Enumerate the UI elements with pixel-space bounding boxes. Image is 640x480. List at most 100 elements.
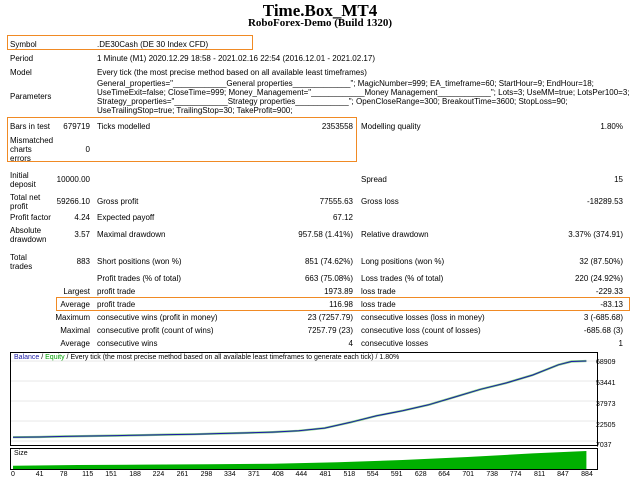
largest-loss-label: loss trade <box>361 287 396 296</box>
grossloss-value: -18289.53 <box>586 197 623 206</box>
absdd-label: Absolute <box>10 226 42 235</box>
parameters-line: UseTrailingStop=true; TrailingStop=30; T… <box>97 106 293 115</box>
parameters-label: Parameters <box>10 92 52 101</box>
bars-highlight <box>7 117 357 162</box>
maximal-wins-label: consecutive profit (count of wins) <box>97 326 214 335</box>
ticks-value: 2353558 <box>321 122 353 131</box>
deposit-label: Initial <box>10 171 29 180</box>
x-tick-label: 115 <box>82 471 94 478</box>
x-tick-label: 224 <box>152 471 165 478</box>
grossprofit-value: 77555.63 <box>319 197 353 206</box>
size-area <box>13 451 587 469</box>
quality-label: Modelling quality <box>361 122 421 131</box>
x-tick-label: 188 <box>129 471 141 478</box>
x-tick-label: 78 <box>59 471 68 478</box>
legend-balance: Balance <box>14 354 40 361</box>
short-value: 851 (74.62%) <box>304 257 353 266</box>
reldd-label: Relative drawdown <box>361 230 429 239</box>
spread-label: Spread <box>361 175 387 184</box>
maxdd-label: Maximal drawdown <box>97 230 166 239</box>
balance-chart <box>10 352 598 446</box>
short-label: Short positions (won %) <box>97 257 182 266</box>
parameters-line: UseTimeExit=false; CloseTime=999; Money_… <box>97 88 630 97</box>
x-tick-label: 738 <box>486 471 499 478</box>
mismatch-value: 0 <box>85 145 90 154</box>
avg-losses-value: 1 <box>618 339 623 348</box>
spread-value: 15 <box>614 175 623 184</box>
legend-equity: Equity <box>45 354 65 361</box>
reldd-value: 3.37% (374.91) <box>568 230 623 239</box>
period-label: Period <box>10 54 34 63</box>
deposit-value: 10000.00 <box>56 175 90 184</box>
profittrades-label: Profit trades (% of total) <box>97 274 182 283</box>
payoff-value: 67.12 <box>332 213 353 222</box>
payoff-label: Expected payoff <box>97 213 155 222</box>
mismatch-label: Mismatched <box>10 136 54 145</box>
chart-legend: Balance / Equity / Every tick (the most … <box>14 354 399 362</box>
max-wins-label: consecutive wins (profit in money) <box>97 313 218 322</box>
grossprofit-label: Gross profit <box>97 197 139 206</box>
size-chart: Size <box>10 448 598 470</box>
pf-value: 4.24 <box>74 213 90 222</box>
average-loss-label: loss trade <box>361 300 396 309</box>
absdd-value: 3.57 <box>74 230 90 239</box>
y-tick-label: 22505 <box>596 422 616 429</box>
y-tick-label: 37973 <box>596 401 616 408</box>
size-label: Size <box>14 450 28 457</box>
average-label: Average <box>60 300 90 309</box>
balance-line <box>12 360 587 438</box>
absdd-label: drawdown <box>10 235 47 244</box>
mismatch-label: charts <box>10 145 32 154</box>
x-tick-label: 481 <box>319 471 332 478</box>
bars-label: Bars in test <box>10 122 51 131</box>
trades-value: 883 <box>76 257 90 266</box>
profittrades-value: 663 (75.08%) <box>304 274 353 283</box>
average-profit-value: 116.98 <box>329 300 353 309</box>
grossloss-label: Gross loss <box>361 197 399 206</box>
largest-profit-value: 1973.89 <box>324 287 353 296</box>
x-tick-label: 151 <box>105 471 117 478</box>
model-value: Every tick (the most precise method base… <box>97 68 367 77</box>
maximal-losses-value: -685.68 (3) <box>583 326 623 335</box>
x-tick-label: 444 <box>295 471 308 478</box>
x-tick-label: 701 <box>462 471 475 478</box>
max-losses-value: 3 (-685.68) <box>583 313 623 322</box>
period-value: 1 Minute (M1) 2020.12.29 18:58 - 2021.02… <box>97 54 375 63</box>
size-chart-svg <box>13 451 587 469</box>
average-loss-value: -83.13 <box>600 300 623 309</box>
balance-chart-svg <box>11 359 597 442</box>
pf-label: Profit factor <box>10 213 51 222</box>
x-tick-label: 371 <box>248 471 260 478</box>
x-tick-label: 884 <box>581 471 593 478</box>
legend-description: / Every tick (the most precise method ba… <box>64 354 400 361</box>
trades-label: trades <box>10 262 33 271</box>
maximal-label: Maximal <box>60 326 90 335</box>
equity-line <box>12 359 587 439</box>
y-tick-label: 7037 <box>596 442 612 449</box>
trades-label: Total <box>10 253 27 262</box>
x-tick-label: 628 <box>414 471 427 478</box>
largest-label: Largest <box>63 287 90 296</box>
netprofit-label: profit <box>10 202 28 211</box>
x-tick-label: 591 <box>390 471 403 478</box>
parameters-line: Strategy_properties="____________Strateg… <box>97 97 568 106</box>
bars-value: 679719 <box>63 122 90 131</box>
symbol-value: .DE30Cash (DE 30 Index CFD) <box>97 40 209 49</box>
maximum-label: Maximum <box>55 313 90 322</box>
largest-loss-value: -229.33 <box>595 287 623 296</box>
x-tick-label: 811 <box>534 471 546 478</box>
ticks-label: Ticks modelled <box>97 122 151 131</box>
deposit-label: deposit <box>10 180 36 189</box>
maxdd-value: 957.58 (1.41%) <box>298 230 353 239</box>
largest-profit-label: profit trade <box>97 287 136 296</box>
maximal-wins-value: 7257.79 (23) <box>307 326 353 335</box>
y-tick-label: 68909 <box>596 359 616 366</box>
netprofit-label: Total net <box>10 193 41 202</box>
netprofit-value: 59266.10 <box>56 197 90 206</box>
x-tick-label: 518 <box>343 471 356 478</box>
model-label: Model <box>10 68 32 77</box>
avg-wins-value: 4 <box>348 339 353 348</box>
symbol-label: Symbol <box>10 40 37 49</box>
avg2-label: Average <box>60 339 90 348</box>
maximal-losses-label: consecutive loss (count of losses) <box>361 326 481 335</box>
